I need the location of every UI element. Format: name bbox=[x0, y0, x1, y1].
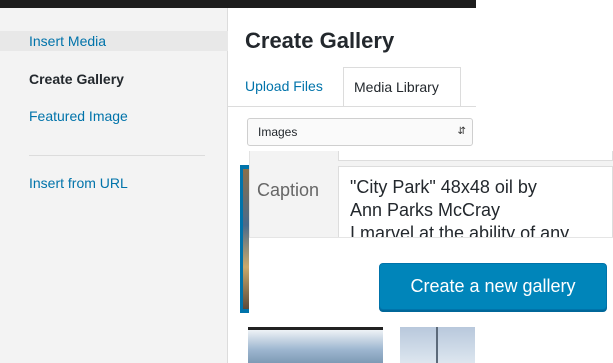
caption-line: "City Park" 48x48 oil by bbox=[350, 177, 537, 197]
menu-item-featured-image[interactable]: Featured Image bbox=[11, 106, 216, 126]
tab-media-library[interactable]: Media Library bbox=[343, 67, 461, 107]
caption-label: Caption bbox=[257, 180, 320, 200]
menu-item-insert-media[interactable]: Insert Media bbox=[0, 31, 228, 51]
media-type-filter-select[interactable]: Images ⇵ bbox=[247, 118, 473, 146]
filter-selected-value: Images bbox=[258, 125, 298, 139]
menu-separator bbox=[29, 155, 205, 156]
select-arrows-icon: ⇵ bbox=[457, 126, 466, 137]
caption-textarea[interactable]: "City Park" 48x48 oil by Ann Parks McCra… bbox=[338, 166, 613, 241]
caption-line: Ann Parks McCray bbox=[350, 200, 501, 220]
tab-upload-files[interactable]: Upload Files bbox=[235, 67, 333, 107]
attachment-thumbnail[interactable] bbox=[248, 327, 383, 363]
tabs-divider bbox=[228, 106, 476, 107]
attachment-thumbnail[interactable] bbox=[400, 327, 475, 363]
media-router-sidebar: Insert Media Create Gallery Featured Ima… bbox=[0, 8, 228, 363]
menu-item-insert-from-url[interactable]: Insert from URL bbox=[11, 173, 216, 193]
page-title: Create Gallery bbox=[245, 28, 395, 53]
details-field[interactable] bbox=[338, 151, 613, 161]
menu-item-create-gallery[interactable]: Create Gallery bbox=[11, 69, 216, 89]
modal-top-bar bbox=[0, 0, 476, 8]
create-new-gallery-button[interactable]: Create a new gallery bbox=[379, 263, 607, 310]
